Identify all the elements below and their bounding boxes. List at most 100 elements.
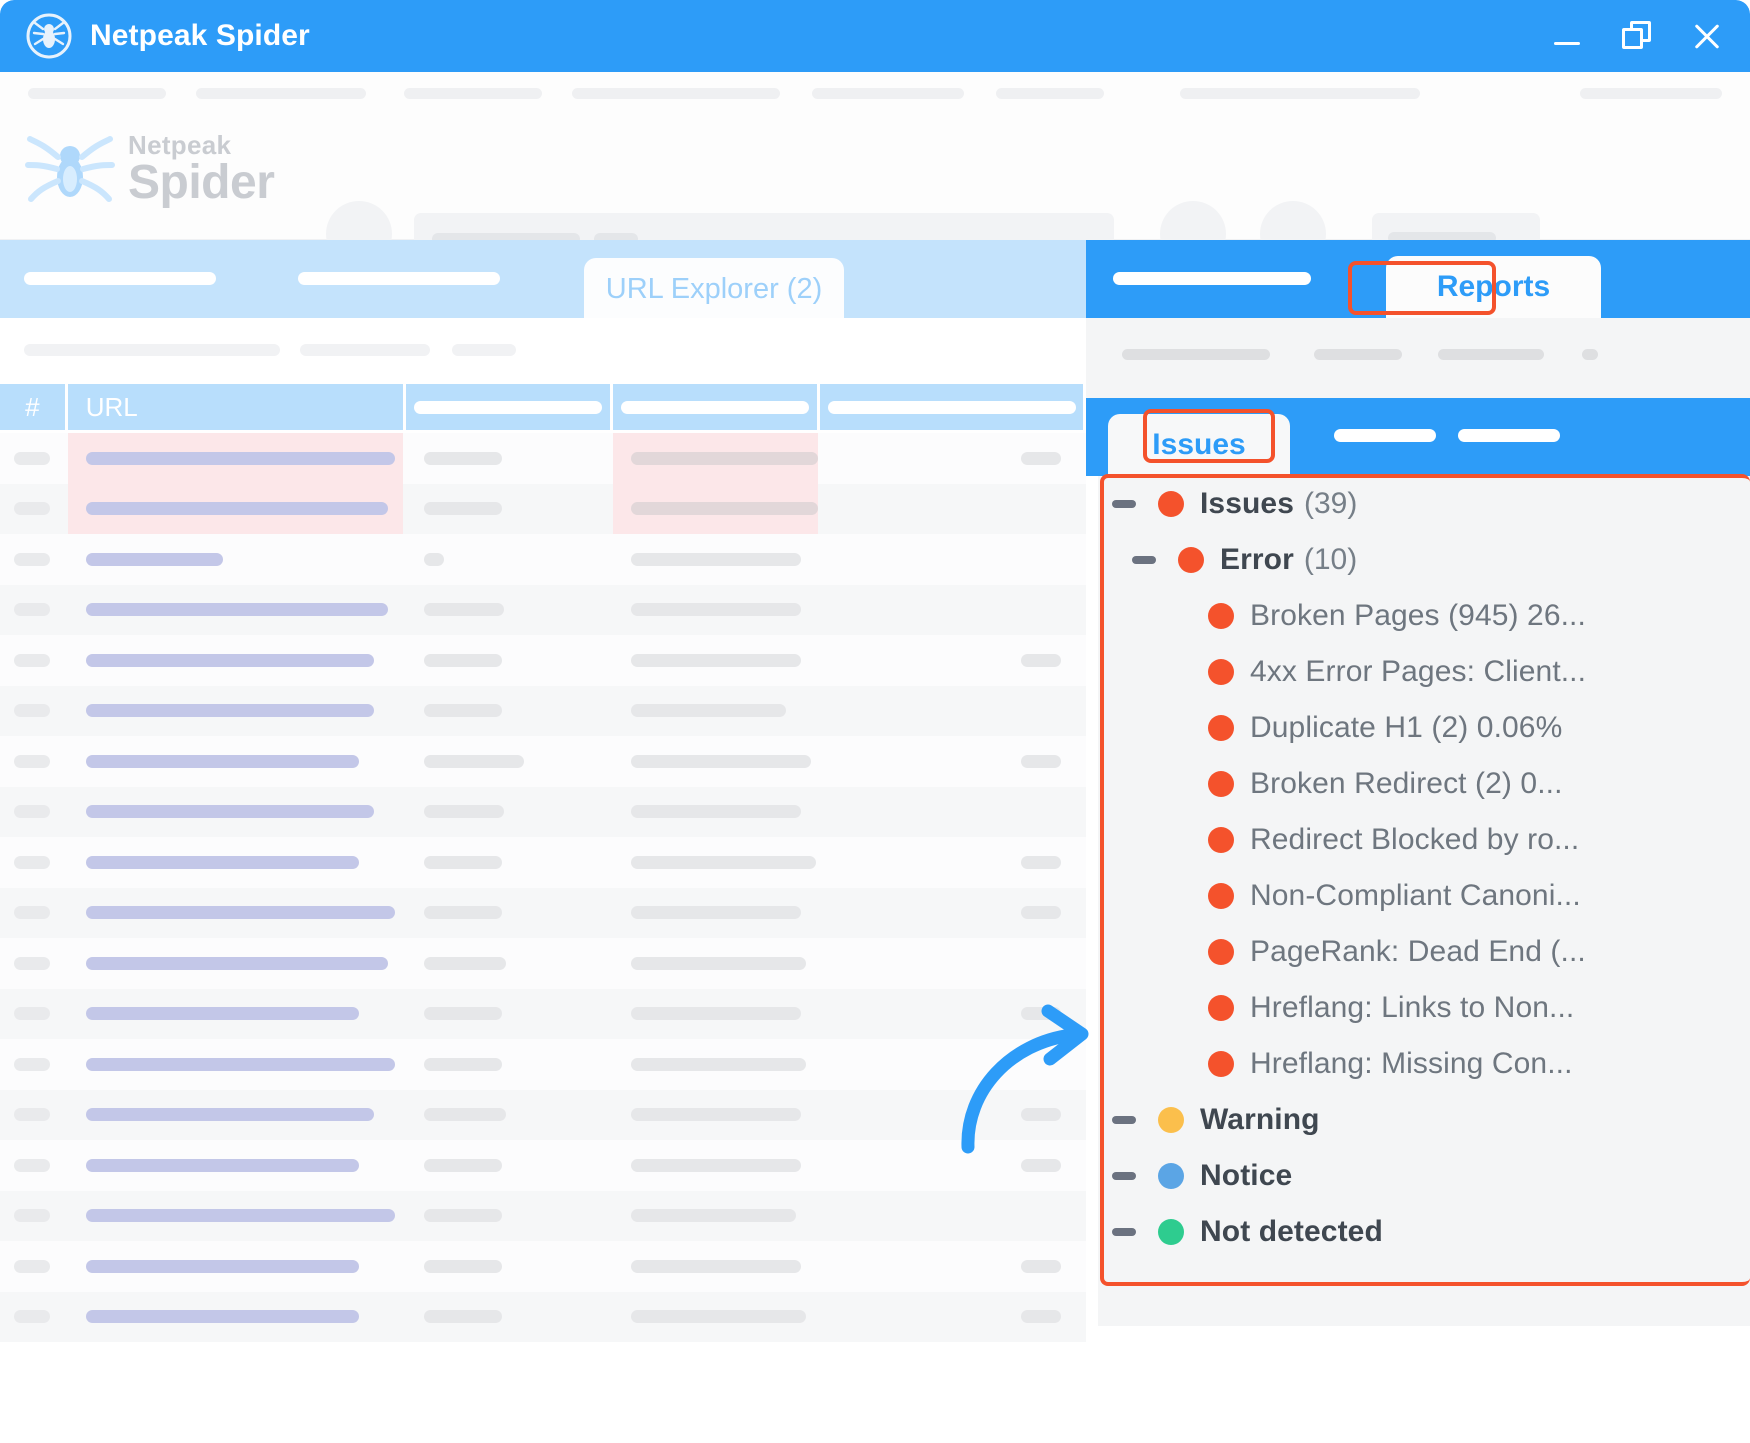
issue-item-1[interactable]: 4xx Error Pages: Client...: [1098, 644, 1750, 700]
table-cell-url[interactable]: [68, 1241, 403, 1292]
table-row[interactable]: [0, 837, 1086, 888]
column-header-placeholder[interactable]: [613, 384, 818, 430]
minimize-icon[interactable]: [1550, 19, 1584, 53]
column-header-number[interactable]: #: [0, 384, 65, 430]
issue-item-8-label: Hreflang: Missing Con...: [1250, 1047, 1573, 1080]
issue-item-7[interactable]: Hreflang: Links to Non...: [1098, 980, 1750, 1036]
menu-item-placeholder[interactable]: [1580, 88, 1722, 99]
issue-item-6[interactable]: PageRank: Dead End (...: [1098, 924, 1750, 980]
tab-url-explorer[interactable]: URL Explorer (2): [584, 258, 844, 320]
issue-item-2[interactable]: Duplicate H1 (2) 0.06%: [1098, 700, 1750, 756]
sidebar-inner-tab-placeholder[interactable]: [1458, 429, 1560, 442]
issues-error-group[interactable]: Error (10): [1098, 532, 1750, 588]
table-row[interactable]: [0, 887, 1086, 939]
menu-item-placeholder[interactable]: [404, 88, 542, 99]
table-row[interactable]: [0, 483, 1086, 534]
sidebar-sub-placeholder[interactable]: [1122, 349, 1270, 360]
column-header-placeholder[interactable]: [406, 384, 611, 430]
collapse-toggle[interactable]: [1132, 556, 1156, 564]
tab-placeholder[interactable]: [298, 272, 500, 285]
collapse-toggle[interactable]: [1112, 500, 1136, 508]
table-cell-url[interactable]: [68, 1039, 403, 1090]
issues-category-1[interactable]: Notice: [1098, 1148, 1750, 1204]
cell-value-placeholder: [85, 1108, 374, 1122]
table-cell-url[interactable]: [68, 938, 403, 989]
table-cell-url[interactable]: [68, 736, 403, 787]
table-row[interactable]: [0, 1291, 1086, 1343]
table-cell: [613, 736, 817, 787]
main-tab-strip: URL Explorer (2): [0, 240, 1086, 320]
menu-item-placeholder[interactable]: [996, 88, 1104, 99]
issues-root[interactable]: Issues (39): [1098, 476, 1750, 532]
sub-toolbar-placeholder[interactable]: [24, 344, 280, 356]
sub-toolbar-placeholder[interactable]: [452, 344, 516, 356]
issue-item-4[interactable]: Redirect Blocked by ro...: [1098, 812, 1750, 868]
table-cell-url[interactable]: [68, 635, 403, 686]
tab-issues[interactable]: Issues: [1108, 414, 1290, 476]
table-row[interactable]: [0, 1241, 1086, 1292]
table-cell-url[interactable]: [68, 787, 403, 838]
table-body: [0, 433, 1086, 1342]
column-header-url[interactable]: URL: [67, 384, 404, 430]
menu-item-placeholder[interactable]: [1180, 88, 1420, 99]
sidebar-sub-placeholder[interactable]: [1582, 349, 1598, 360]
cell-value-placeholder: [14, 1310, 51, 1324]
issue-item-5[interactable]: Non-Compliant Canoni...: [1098, 868, 1750, 924]
close-icon[interactable]: [1690, 19, 1724, 53]
issue-item-0[interactable]: Broken Pages (945) 26...: [1098, 588, 1750, 644]
table-cell-url[interactable]: [68, 1140, 403, 1191]
cell-value-placeholder: [14, 653, 51, 667]
issues-error-group-count: (10): [1303, 543, 1358, 576]
sidebar-sub-placeholder[interactable]: [1438, 349, 1544, 360]
status-dot: [1158, 1163, 1184, 1189]
table-row[interactable]: [0, 988, 1086, 1040]
table-row[interactable]: [0, 534, 1086, 585]
sidebar-sub-placeholder[interactable]: [1314, 349, 1402, 360]
collapse-toggle[interactable]: [1112, 1172, 1136, 1180]
sidebar-inner-tab-placeholder[interactable]: [1334, 429, 1436, 442]
collapse-toggle[interactable]: [1112, 1228, 1136, 1236]
table-cell-url[interactable]: [67, 433, 403, 484]
table-row[interactable]: [0, 736, 1086, 787]
table-cell-url[interactable]: [67, 483, 403, 534]
table-row[interactable]: [0, 938, 1086, 989]
issues-category-0[interactable]: Warning: [1098, 1092, 1750, 1148]
sub-toolbar-placeholder[interactable]: [300, 344, 430, 356]
table-cell-url[interactable]: [68, 837, 403, 888]
table-row[interactable]: [0, 433, 1086, 484]
menu-item-placeholder[interactable]: [572, 88, 780, 99]
table-row[interactable]: [0, 1140, 1086, 1191]
table-cell-url[interactable]: [68, 989, 403, 1040]
title-bar: Netpeak Spider: [0, 0, 1750, 72]
menu-item-placeholder[interactable]: [812, 88, 964, 99]
tab-placeholder[interactable]: [24, 272, 216, 285]
table-cell-url[interactable]: [68, 1191, 403, 1242]
column-header-placeholder[interactable]: [820, 384, 1083, 430]
collapse-toggle[interactable]: [1112, 1116, 1136, 1124]
tab-reports[interactable]: Reports: [1386, 256, 1601, 318]
table-cell-url[interactable]: [68, 686, 403, 737]
issue-item-3[interactable]: Broken Redirect (2) 0...: [1098, 756, 1750, 812]
sidebar-tab-placeholder[interactable]: [1113, 272, 1311, 285]
table-cell-url[interactable]: [68, 534, 403, 585]
table-row[interactable]: [0, 685, 1086, 737]
table-cell-url[interactable]: [68, 585, 403, 636]
restore-icon[interactable]: [1620, 19, 1654, 53]
table-cell-url[interactable]: [68, 1292, 403, 1343]
table-row[interactable]: [0, 584, 1086, 636]
issue-item-8[interactable]: Hreflang: Missing Con...: [1098, 1036, 1750, 1092]
table-row[interactable]: [0, 1190, 1086, 1242]
table-cell-url[interactable]: [68, 888, 403, 939]
table-cell-url[interactable]: [68, 1090, 403, 1141]
cell-value-placeholder: [14, 502, 51, 516]
table-row[interactable]: [0, 786, 1086, 838]
table-row[interactable]: [0, 1089, 1086, 1141]
table-row[interactable]: [0, 1039, 1086, 1090]
table-cell-number: [0, 1292, 65, 1343]
table-cell-number: [0, 787, 65, 838]
table-row[interactable]: [0, 635, 1086, 686]
cell-value-placeholder: [424, 704, 503, 718]
issues-category-2[interactable]: Not detected: [1098, 1204, 1750, 1260]
menu-item-placeholder[interactable]: [196, 88, 366, 99]
menu-item-placeholder[interactable]: [28, 88, 166, 99]
